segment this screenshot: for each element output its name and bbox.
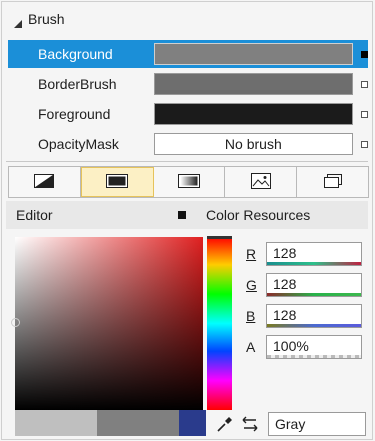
- gradient-brush-icon: [177, 173, 200, 191]
- tab-gradient-brush[interactable]: [154, 167, 226, 197]
- channel-value: 128: [273, 245, 297, 261]
- brush-value-swatch[interactable]: [153, 73, 354, 95]
- advanced-options-icon[interactable]: [361, 110, 368, 118]
- advanced-options-icon[interactable]: [361, 140, 368, 148]
- tab-resource-brush[interactable]: [297, 167, 368, 197]
- brush-row-foreground[interactable]: Foreground: [8, 100, 368, 128]
- new-color-swatch: [179, 410, 206, 436]
- channel-g: G 128: [246, 272, 366, 298]
- brush-section-header[interactable]: Brush: [14, 8, 65, 30]
- hue-slider[interactable]: [207, 237, 232, 410]
- current-color-swatch: [97, 410, 179, 436]
- picker-handle[interactable]: [11, 318, 20, 327]
- brush-value-swatch[interactable]: [153, 43, 354, 65]
- channel-value: 128: [273, 307, 297, 323]
- tab-solid-brush[interactable]: [80, 167, 154, 197]
- brush-title: Brush: [28, 11, 65, 27]
- advanced-options-icon[interactable]: [361, 50, 368, 58]
- brush-row-label: Foreground: [38, 106, 111, 122]
- channel-bar: [267, 355, 361, 358]
- collapse-triangle-icon[interactable]: [14, 15, 22, 28]
- tab-no-brush[interactable]: [9, 167, 81, 197]
- brush-value-field[interactable]: No brush: [153, 133, 354, 155]
- brush-row-background[interactable]: Background: [8, 40, 368, 68]
- channel-input[interactable]: 128: [266, 304, 362, 328]
- image-brush-icon: [250, 172, 271, 192]
- hue-slider-thumb[interactable]: [207, 236, 232, 239]
- editor-header: Editor Color Resources: [6, 201, 368, 229]
- color-name-input[interactable]: Gray: [268, 412, 366, 436]
- channel-bar: [267, 262, 361, 265]
- channel-label: G: [246, 277, 257, 293]
- editor-tab[interactable]: Editor: [6, 207, 176, 223]
- channel-label: B: [246, 308, 256, 324]
- channel-value: 128: [273, 276, 297, 292]
- color-resources-tab[interactable]: Color Resources: [206, 207, 310, 223]
- brush-row-label: BorderBrush: [38, 76, 117, 92]
- channel-b: B 128: [246, 303, 366, 329]
- channel-input[interactable]: 100%: [266, 335, 362, 359]
- brush-value-swatch[interactable]: [153, 103, 354, 125]
- brush-row-label: Background: [38, 46, 113, 62]
- channel-bar: [267, 293, 361, 296]
- swatch-strip: [15, 410, 97, 436]
- no-brush-icon: [34, 173, 55, 191]
- advanced-options-icon[interactable]: [361, 80, 368, 88]
- channel-r: R 128: [246, 241, 366, 267]
- saturation-value-picker[interactable]: [15, 237, 203, 410]
- eyedropper-icon[interactable]: [216, 415, 234, 433]
- channel-bar: [267, 324, 361, 327]
- swap-arrows-icon[interactable]: [240, 415, 260, 433]
- brush-type-tabs: [8, 166, 369, 198]
- channel-input[interactable]: 128: [266, 273, 362, 297]
- brush-row-borderbrush[interactable]: BorderBrush: [8, 70, 368, 98]
- channel-input[interactable]: 128: [266, 242, 362, 266]
- channel-a: A 100%: [246, 334, 366, 360]
- channel-label: A: [246, 339, 256, 355]
- channel-label: R: [246, 246, 257, 262]
- editor-options-icon[interactable]: [178, 211, 186, 219]
- brush-row-label: OpacityMask: [38, 136, 119, 152]
- solid-brush-icon: [106, 173, 129, 191]
- channel-value: 100%: [273, 338, 309, 354]
- brush-row-opacitymask[interactable]: OpacityMask No brush: [8, 130, 368, 158]
- divider: [6, 161, 368, 162]
- tab-image-brush[interactable]: [225, 167, 298, 197]
- resource-brush-icon: [323, 173, 342, 191]
